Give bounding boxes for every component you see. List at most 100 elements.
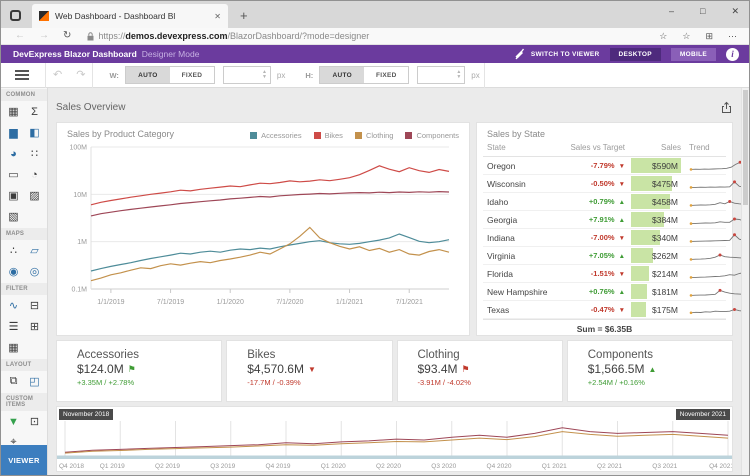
collections-icon[interactable]: ⊞: [705, 31, 713, 42]
redo-icon[interactable]: ↷: [76, 69, 85, 81]
kpi-title: Bikes: [247, 349, 276, 361]
height-input[interactable]: ▲ ▼: [417, 66, 466, 84]
url-field[interactable]: https://demos.devexpress.com/BlazorDashb…: [87, 31, 651, 41]
combo-box-icon[interactable]: ⊟: [24, 295, 45, 316]
col-header-sales-vs-target[interactable]: Sales vs Target: [559, 143, 625, 152]
legend-item[interactable]: Accessories: [250, 131, 302, 140]
switch-to-viewer-button[interactable]: SWITCH TO VIEWER: [514, 48, 600, 60]
range-filter-icon[interactable]: ∿: [3, 295, 24, 316]
legend-item[interactable]: Bikes: [313, 131, 343, 140]
card-icon[interactable]: ▭: [3, 164, 24, 185]
kpi-card-clothing[interactable]: Clothing $93.4M ⚑ -3.91M / -4.02%: [396, 340, 563, 402]
favorites-icon[interactable]: ☆: [682, 31, 690, 42]
browser-menu-icon[interactable]: ⋯: [728, 31, 737, 42]
refresh-icon[interactable]: ↻: [63, 31, 71, 41]
height-px-label: px: [471, 70, 480, 80]
legend-item[interactable]: Components: [405, 131, 459, 140]
sales-by-category-chart[interactable]: 100M 10M 1M 0.1M 1/1/2019 7/1/2019 1/1/2020 7/1…: [57, 139, 457, 325]
tree-view-icon[interactable]: ⊞: [24, 316, 45, 337]
pivot-icon[interactable]: Σ: [24, 101, 45, 122]
kpi-card-bikes[interactable]: Bikes $4,570.6M ▼ -17.7M / -0.39%: [226, 340, 393, 402]
grid-icon[interactable]: ▦: [3, 101, 24, 122]
forward-icon[interactable]: →: [39, 31, 49, 41]
pie-chart-icon[interactable]: ◕: [3, 143, 24, 164]
range-end-label: November 2021: [675, 409, 730, 420]
close-button[interactable]: ✕: [731, 6, 739, 17]
triangle-up-icon: ▲: [618, 253, 625, 260]
maximize-button[interactable]: □: [700, 6, 705, 17]
range-selector-chart[interactable]: Q4 2018 Q1 2019 Q2 2019 Q3 2019 Q4 2019 Q1 20…: [57, 415, 733, 471]
image-icon[interactable]: ▨: [24, 185, 45, 206]
tab-container-icon[interactable]: ◰: [24, 371, 45, 392]
add-favorite-icon[interactable]: ☆: [659, 31, 667, 42]
scrollbar-thumb[interactable]: [743, 90, 748, 205]
state-cell: Indiana: [487, 232, 515, 243]
kpi-card-accessories[interactable]: Accessories $124.0M ⚑ +3.35M / +2.78%: [56, 340, 223, 402]
browser-tab[interactable]: Web Dashboard - Dashboard Bl ✕: [32, 4, 228, 28]
sales-value: $340M: [652, 232, 678, 243]
choropleth-map-icon[interactable]: ▱: [24, 240, 45, 261]
treemap-icon[interactable]: ◧: [24, 122, 45, 143]
table-row[interactable]: Oregon -7.79% ▼ $590M: [483, 157, 750, 175]
sales-vs-target-cell: -1.51% ▼: [590, 269, 625, 278]
width-spin-down-icon[interactable]: ▼: [262, 75, 267, 80]
geo-point-map-icon[interactable]: ∴: [3, 240, 24, 261]
mobile-mode-button[interactable]: MOBILE: [670, 47, 716, 61]
page-scrollbar[interactable]: [741, 88, 749, 475]
width-fixed-button[interactable]: FIXED: [169, 67, 214, 83]
width-input[interactable]: ▲ ▼: [222, 66, 271, 84]
lock-icon: [87, 31, 94, 40]
height-fixed-button[interactable]: FIXED: [364, 67, 409, 83]
width-auto-button[interactable]: AUTO: [125, 67, 170, 83]
back-icon[interactable]: ←: [15, 31, 25, 41]
table-row[interactable]: Idaho +0.79% ▲ $458M: [483, 193, 750, 211]
bound-image-icon[interactable]: ▧: [3, 206, 24, 227]
table-row[interactable]: New Hampshire +0.76% ▲ $181M: [483, 283, 750, 301]
funnel-icon[interactable]: ▼: [3, 411, 24, 432]
table-row[interactable]: Texas -0.47% ▼ $175M: [483, 301, 750, 319]
width-mode-toggle: AUTO FIXED: [124, 66, 215, 84]
triangle-down-icon: ▼: [618, 271, 625, 278]
svg-text:Q3 2019: Q3 2019: [210, 463, 235, 470]
kpi-title: Accessories: [77, 349, 139, 361]
tab-close-icon[interactable]: ✕: [214, 12, 221, 21]
svg-text:Q1 2019: Q1 2019: [100, 463, 125, 470]
height-spin-down-icon[interactable]: ▼: [456, 75, 461, 80]
pie-map-icon[interactable]: ◎: [24, 261, 45, 282]
gauge-icon[interactable]: ◔: [24, 164, 45, 185]
grid-panel[interactable]: Sales by State State Sales vs Target Sal…: [476, 122, 750, 336]
export-icon[interactable]: [720, 101, 733, 114]
undo-icon[interactable]: ↶: [53, 69, 62, 81]
legend-swatch: [250, 132, 258, 139]
height-auto-button[interactable]: AUTO: [320, 67, 365, 83]
col-header-trend[interactable]: Trend: [681, 143, 722, 152]
menu-icon[interactable]: [15, 68, 29, 82]
chart-panel[interactable]: Sales by Product Category Accessories Bik…: [56, 122, 470, 336]
table-row[interactable]: Indiana -7.00% ▼ $340M: [483, 229, 750, 247]
group-icon[interactable]: ⧉: [3, 371, 24, 392]
col-header-sales[interactable]: Sales: [625, 143, 681, 152]
table-row[interactable]: Wisconsin -0.50% ▼ $475M: [483, 175, 750, 193]
table-row[interactable]: Virginia +7.05% ▲ $262M: [483, 247, 750, 265]
kpi-card-components[interactable]: Components $1,566.5M ▲ +2.54M / +0.16%: [566, 340, 733, 402]
col-header-state[interactable]: State: [487, 143, 559, 152]
selected-range-band[interactable]: [57, 455, 733, 460]
bubble-map-icon[interactable]: ◉: [3, 261, 24, 282]
webpage-icon[interactable]: ⊡: [24, 411, 45, 432]
tab-actions-icon[interactable]: [10, 10, 21, 21]
minimize-button[interactable]: –: [669, 6, 674, 17]
table-row[interactable]: Georgia +7.91% ▲ $384M: [483, 211, 750, 229]
viewer-button[interactable]: VIEWER: [1, 445, 47, 475]
desktop-mode-button[interactable]: DESKTOP: [609, 47, 661, 61]
bar-chart-icon[interactable]: ▆: [3, 122, 24, 143]
sales-data-bar: [631, 302, 646, 317]
scatter-chart-icon[interactable]: ∷: [24, 143, 45, 164]
info-button[interactable]: i: [726, 47, 739, 61]
range-selector-panel[interactable]: November 2018 November 2021 Q4 2018 Q1 20…: [56, 406, 733, 472]
text-box-icon[interactable]: ▣: [3, 185, 24, 206]
date-filter-icon[interactable]: ▦: [3, 337, 24, 358]
new-tab-button[interactable]: +: [240, 9, 248, 22]
list-box-icon[interactable]: ☰: [3, 316, 24, 337]
table-row[interactable]: Florida -1.51% ▼ $214M: [483, 265, 750, 283]
legend-item[interactable]: Clothing: [354, 131, 393, 140]
